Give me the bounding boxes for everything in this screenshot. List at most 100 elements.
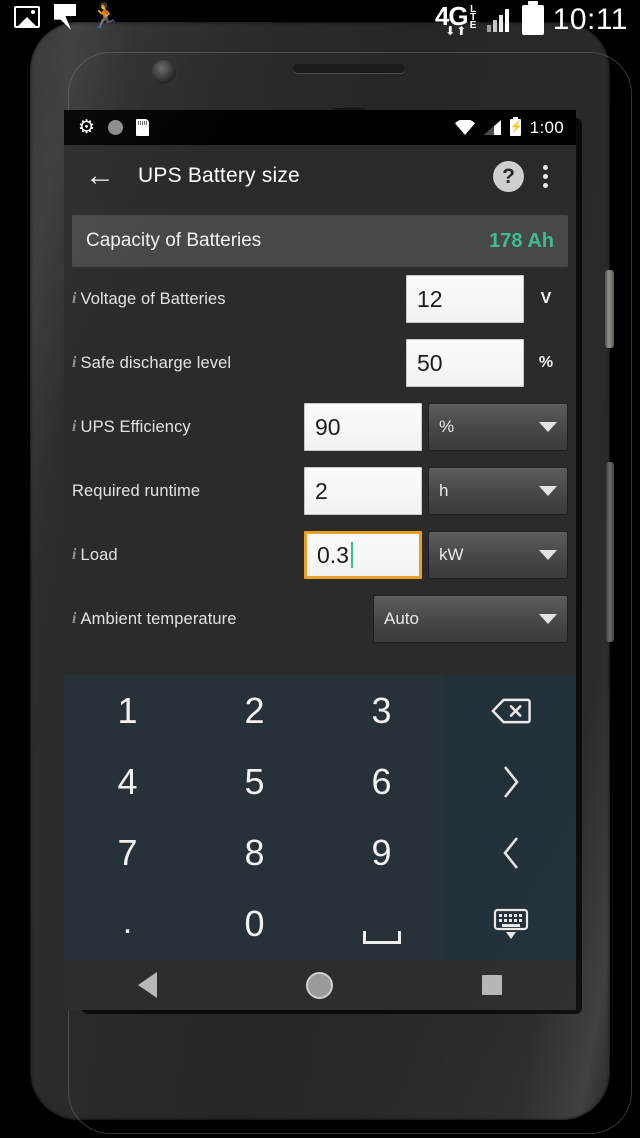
- load-input-value: 0.3: [317, 541, 349, 568]
- form-row-ambient-temperature: i Ambient temperature Auto: [72, 587, 568, 651]
- key-7[interactable]: 7: [64, 818, 191, 889]
- hide-keyboard-key[interactable]: [445, 889, 576, 960]
- chevron-down-icon: [539, 550, 557, 560]
- safe-discharge-input[interactable]: 50: [406, 339, 524, 387]
- label-text: Ambient temperature: [80, 609, 237, 628]
- backspace-key[interactable]: [445, 675, 576, 746]
- overflow-menu-icon[interactable]: [530, 159, 560, 193]
- screenshot-root: 🏃 4G LTE ⬇⬆ 10:11 ⚙ ⚡ 1:00 ← UPS Battery…: [0, 0, 640, 1138]
- label-text: UPS Efficiency: [80, 417, 191, 436]
- earpiece-speaker: [293, 64, 405, 73]
- controls-safe-discharge: 50 %: [406, 339, 568, 387]
- front-camera-icon: [152, 60, 176, 84]
- dropdown-value: kW: [439, 545, 464, 564]
- load-unit-dropdown[interactable]: kW: [428, 531, 568, 579]
- controls-ambient-temperature: Auto: [367, 595, 568, 643]
- form-row-voltage: i Voltage of Batteries 12 V: [72, 267, 568, 331]
- unit-safe-discharge: %: [538, 354, 554, 371]
- back-nav-icon[interactable]: [138, 972, 158, 998]
- info-icon[interactable]: i: [72, 290, 77, 308]
- space-icon: [362, 931, 401, 944]
- android-status-bar: ⚙ 1:00: [64, 110, 576, 145]
- chevron-left-icon: [502, 837, 518, 869]
- volume-button[interactable]: [606, 462, 614, 642]
- sd-card-icon: [136, 119, 150, 136]
- key-6[interactable]: 6: [318, 746, 445, 817]
- unit-voltage: V: [540, 290, 552, 307]
- key-0[interactable]: 0: [191, 889, 318, 960]
- key-decimal-point[interactable]: .: [64, 889, 191, 960]
- chevron-down-icon: [539, 422, 557, 432]
- voltage-input[interactable]: 12: [406, 275, 524, 323]
- backspace-icon: [490, 698, 531, 723]
- power-button[interactable]: [605, 270, 614, 348]
- previous-field-key[interactable]: [445, 818, 576, 889]
- label-text: Safe discharge level: [80, 353, 232, 372]
- key-1[interactable]: 1: [64, 675, 191, 746]
- key-4[interactable]: 4: [64, 746, 191, 817]
- label-text: Load: [80, 545, 118, 564]
- android-status-right: 1:00: [454, 116, 564, 138]
- key-space[interactable]: [318, 889, 445, 960]
- android-status-left: ⚙: [78, 117, 150, 138]
- label-required-runtime: Required runtime: [72, 482, 200, 501]
- result-label: Capacity of Batteries: [86, 230, 262, 251]
- recents-nav-icon[interactable]: [481, 975, 502, 995]
- required-runtime-input[interactable]: 2: [304, 467, 422, 515]
- battery-charging-icon: [509, 116, 521, 136]
- android-nav-bar: [64, 960, 576, 1010]
- required-runtime-unit-dropdown[interactable]: h: [428, 467, 568, 515]
- app-screen: ⚙ 1:00 ← UPS Battery size ?: [64, 110, 576, 1010]
- signal-icon: [483, 120, 501, 135]
- chevron-right-icon: [503, 766, 519, 798]
- gear-icon: ⚙: [78, 117, 96, 138]
- android-clock: 1:00: [529, 117, 564, 137]
- input-form: i Voltage of Batteries 12 V i Safe disch…: [64, 267, 576, 651]
- ambient-temperature-dropdown[interactable]: Auto: [373, 595, 568, 643]
- action-bar: ← UPS Battery size ?: [64, 145, 576, 207]
- controls-voltage: 12 V: [406, 275, 568, 323]
- form-row-required-runtime: Required runtime 2 h: [72, 459, 568, 523]
- label-text: Voltage of Batteries: [80, 289, 226, 308]
- keypad-side-keys: [445, 675, 576, 960]
- result-value: 178 Ah: [489, 229, 554, 252]
- load-input[interactable]: 0.3: [304, 531, 422, 579]
- key-8[interactable]: 8: [191, 818, 318, 889]
- page-title: UPS Battery size: [138, 164, 300, 187]
- label-voltage: i Voltage of Batteries: [72, 290, 226, 309]
- key-5[interactable]: 5: [191, 746, 318, 817]
- wifi-icon: [454, 120, 475, 135]
- key-3[interactable]: 3: [318, 675, 445, 746]
- info-icon[interactable]: i: [72, 418, 77, 436]
- action-bar-right: ?: [493, 159, 560, 193]
- chevron-down-icon: [539, 614, 557, 624]
- ups-efficiency-input[interactable]: 90: [304, 403, 422, 451]
- home-nav-icon[interactable]: [305, 971, 333, 999]
- label-ambient-temperature: i Ambient temperature: [72, 610, 237, 629]
- label-safe-discharge: i Safe discharge level: [72, 354, 231, 373]
- info-icon[interactable]: i: [72, 610, 77, 628]
- info-icon[interactable]: i: [72, 354, 77, 372]
- form-row-load: i Load 0.3 kW: [72, 523, 568, 587]
- circle-icon: [108, 120, 124, 135]
- help-button[interactable]: ?: [493, 160, 524, 192]
- next-field-key[interactable]: [445, 746, 576, 817]
- back-arrow-icon[interactable]: ←: [80, 156, 120, 196]
- info-icon[interactable]: i: [72, 546, 77, 564]
- controls-load: 0.3 kW: [304, 531, 568, 579]
- numeric-keypad: 1 2 3 4 5 6 7 8 9 . 0: [64, 675, 576, 960]
- label-load: i Load: [72, 546, 118, 565]
- gallery-icon: [14, 6, 40, 28]
- dropdown-value: Auto: [384, 609, 419, 628]
- controls-ups-efficiency: 90 %: [304, 403, 568, 451]
- chevron-down-icon: [539, 486, 557, 496]
- form-row-safe-discharge: i Safe discharge level 50 %: [72, 331, 568, 395]
- label-ups-efficiency: i UPS Efficiency: [72, 418, 191, 437]
- key-2[interactable]: 2: [191, 675, 318, 746]
- ups-efficiency-unit-dropdown[interactable]: %: [428, 403, 568, 451]
- result-bar: Capacity of Batteries 178 Ah: [72, 215, 568, 267]
- dropdown-value: %: [439, 417, 455, 436]
- hide-keyboard-icon: [493, 908, 529, 940]
- dropdown-value: h: [439, 481, 449, 500]
- key-9[interactable]: 9: [318, 818, 445, 889]
